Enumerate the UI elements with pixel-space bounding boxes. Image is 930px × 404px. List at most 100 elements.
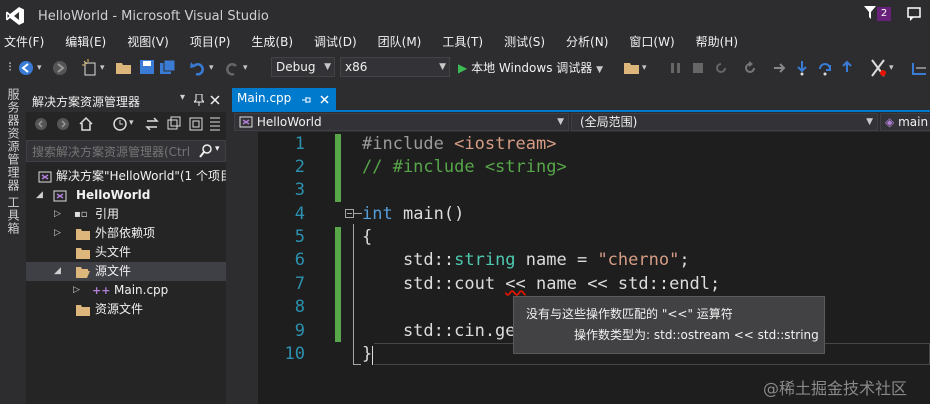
tree-item-project[interactable]: ◢ HelloWorld (26, 186, 226, 205)
error-tooltip: 没有与这些操作数匹配的 "<<" 运算符 操作数类型为: std::ostrea… (513, 296, 825, 354)
forward-icon[interactable] (52, 60, 68, 76)
pin-icon[interactable] (194, 94, 204, 106)
project-scope-select[interactable]: HelloWorld ▼ (234, 113, 569, 131)
menu-edit[interactable]: 编辑(E) (65, 32, 106, 52)
solution-icon (38, 171, 52, 183)
menu-tools[interactable]: 工具(T) (442, 32, 483, 52)
server-explorer-tab[interactable]: 服务器资源管理器 (5, 88, 22, 192)
menu-test[interactable]: 测试(S) (504, 32, 545, 52)
chevron-down-icon: ▼ (324, 62, 331, 72)
show-next-statement-icon[interactable] (773, 62, 787, 74)
refresh-icon[interactable] (743, 61, 757, 75)
step-out-icon[interactable] (841, 60, 853, 76)
source-files-label: 源文件 (95, 264, 132, 278)
expand-triangle-icon[interactable]: ◢ (54, 262, 61, 281)
sync-icon[interactable] (144, 116, 160, 132)
redo-dropdown-icon[interactable]: ▾ (243, 59, 248, 77)
tree-item-main-cpp[interactable]: ▷ ++ Main.cpp (26, 281, 226, 300)
tab-main-cpp[interactable]: Main.cpp (232, 88, 336, 110)
line-number: 3 (294, 180, 305, 200)
solution-platform-select[interactable]: x86 ▼ (340, 57, 450, 77)
cpp-project-icon (239, 116, 253, 128)
notification-count-badge[interactable]: 2 (877, 7, 891, 21)
collapsed-triangle-icon[interactable]: ▷ (73, 281, 80, 300)
redo-icon[interactable] (224, 60, 240, 76)
show-all-files-icon[interactable] (188, 116, 204, 132)
pending-changes-icon[interactable] (112, 116, 128, 132)
menu-view[interactable]: 视图(V) (127, 32, 169, 52)
forward-icon[interactable] (56, 117, 70, 131)
menu-project[interactable]: 项目(P) (190, 32, 231, 52)
new-project-icon[interactable] (82, 59, 98, 77)
tree-item-external-deps[interactable]: ▷ 外部依赖项 (26, 224, 226, 243)
browse-folder-icon[interactable] (624, 61, 640, 75)
menu-help[interactable]: 帮助(H) (696, 32, 738, 52)
pin-tab-icon[interactable] (302, 95, 312, 105)
start-debugging-button[interactable]: ▶ 本地 Windows 调试器 ▼ (458, 58, 603, 78)
breakpoints-icon[interactable] (869, 59, 887, 77)
tree-item-source-files[interactable]: ◢ 源文件 (26, 262, 226, 281)
menu-bar: 文件(F) 编辑(E) 视图(V) 项目(P) 生成(B) 调试(D) 团队(M… (0, 32, 930, 52)
solution-config-select[interactable]: Debug ▼ (271, 57, 335, 77)
close-icon[interactable] (210, 95, 220, 105)
header-files-label: 头文件 (95, 245, 132, 259)
text-caret (372, 346, 373, 365)
save-all-icon[interactable] (160, 60, 176, 74)
home-icon[interactable] (78, 116, 94, 132)
back-icon[interactable] (18, 60, 34, 76)
error-squiggle-operator[interactable]: << (505, 274, 525, 294)
new-dropdown-icon[interactable]: ▾ (100, 59, 105, 77)
search-options-icon[interactable]: ▾ (215, 144, 220, 154)
comment-out-icon[interactable] (912, 60, 928, 76)
line-number: 8 (294, 297, 305, 317)
expand-triangle-icon[interactable]: ◢ (36, 186, 43, 205)
feedback-icon[interactable] (906, 6, 922, 22)
line-number: 5 (294, 227, 305, 247)
properties-icon[interactable] (208, 116, 222, 132)
tree-item-solution[interactable]: 解决方案"HelloWorld"(1 个项目) (26, 167, 226, 186)
pause-icon[interactable] (670, 62, 682, 74)
references-label: 引用 (95, 207, 120, 221)
collapse-all-icon[interactable] (166, 116, 182, 132)
tooltip-operand-types: 操作数类型为: std::ostream << std::string (574, 328, 819, 342)
side-tab-strip: 服务器资源管理器 工具箱 (0, 84, 24, 404)
start-dropdown-icon[interactable]: ▼ (596, 65, 603, 75)
stop-icon[interactable] (692, 62, 704, 74)
menu-file[interactable]: 文件(F) (4, 32, 44, 52)
close-tab-icon[interactable] (320, 95, 329, 104)
panel-menu-icon[interactable]: ▾ (180, 92, 185, 103)
menu-analyze[interactable]: 分析(N) (566, 32, 608, 52)
step-over-icon[interactable] (817, 60, 833, 76)
undo-dropdown-icon[interactable]: ▾ (209, 59, 214, 77)
collapse-region-icon[interactable] (345, 209, 354, 218)
tree-item-resource-files[interactable]: 资源文件 (26, 300, 226, 319)
breakpoints-dropdown-icon[interactable]: ▾ (889, 59, 894, 77)
tree-item-references[interactable]: ▷ ▪▫ 引用 (26, 205, 226, 224)
member-select[interactable]: ◈ main (880, 113, 930, 131)
open-folder-icon[interactable] (116, 61, 132, 75)
restart-icon[interactable] (714, 61, 728, 75)
step-into-icon[interactable] (796, 60, 808, 76)
menu-debug[interactable]: 调试(D) (314, 32, 357, 52)
toolbox-tab[interactable]: 工具箱 (5, 196, 22, 235)
window-title: HelloWorld - Microsoft Visual Studio (38, 9, 269, 24)
search-icon[interactable] (199, 144, 213, 158)
back-dropdown-icon[interactable]: ▾ (37, 59, 42, 77)
browse-dropdown-icon[interactable]: ▾ (642, 59, 647, 77)
menu-window[interactable]: 窗口(W) (629, 32, 674, 52)
global-scope-select[interactable]: (全局范围) ▼ (571, 113, 878, 131)
collapsed-triangle-icon[interactable]: ▷ (54, 205, 61, 224)
menu-team[interactable]: 团队(M) (378, 32, 422, 52)
menu-build[interactable]: 生成(B) (251, 32, 293, 52)
solution-search-input[interactable] (27, 141, 204, 163)
undo-icon[interactable] (190, 60, 206, 76)
notification-flag-icon[interactable] (864, 6, 876, 20)
folder-icon (76, 305, 90, 316)
collapsed-triangle-icon[interactable]: ▷ (54, 224, 61, 243)
pending-dropdown-icon[interactable]: ▾ (129, 118, 134, 128)
tree-item-header-files[interactable]: 头文件 (26, 243, 226, 262)
back-icon[interactable] (34, 117, 48, 131)
code-editor[interactable]: 1 2 3 4 5 6 7 8 9 10 #include <iostream>… (258, 132, 930, 404)
save-icon[interactable] (140, 60, 154, 74)
include-path-token: <iostream> (443, 134, 557, 154)
